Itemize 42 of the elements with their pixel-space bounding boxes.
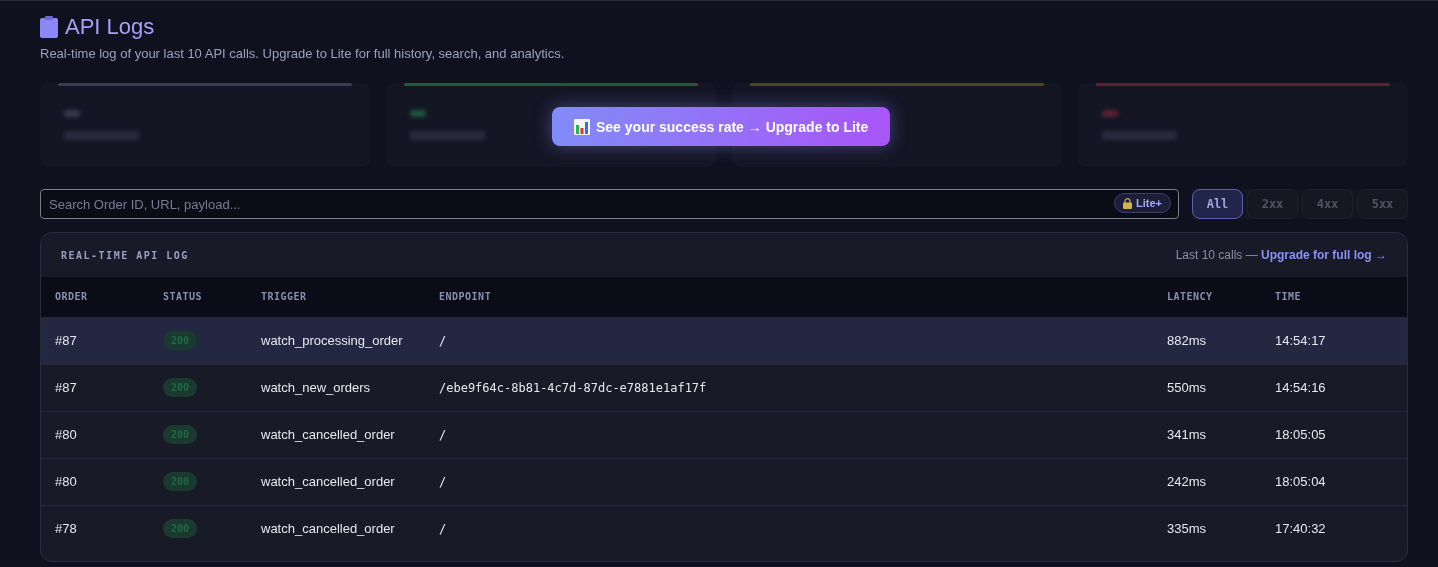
upgrade-button[interactable]: See your success rate → Upgrade to Lite (552, 107, 891, 146)
table-cell: 242ms (1167, 474, 1207, 489)
table-cell: 17:40:32 (1275, 521, 1326, 537)
table-cell: / (439, 521, 447, 536)
bar-chart-icon (574, 118, 590, 135)
filter-tab[interactable]: All (1192, 189, 1243, 219)
table-cell: #80 (55, 427, 77, 442)
table-cell: #87 (55, 380, 77, 395)
column-header: LATENCY (1153, 277, 1261, 317)
table-cell: 341ms (1167, 427, 1207, 442)
table-cell: watch_processing_order (261, 333, 403, 348)
table-cell: #78 (55, 521, 77, 537)
table-cell: watch_cancelled_order (261, 474, 395, 489)
table-cell: / (439, 474, 447, 489)
page-subtitle: Real-time log of your last 10 API calls. Upgrade to Lite for full history, search, and analytics. (40, 46, 566, 61)
table-cell: 18:05:04 (1275, 474, 1326, 489)
lock-icon (1123, 197, 1132, 209)
upgrade-link[interactable]: Upgrade for full log → (1261, 248, 1387, 262)
table-cell: 14:54:16 (1275, 380, 1326, 395)
table-cell: 882ms (1167, 333, 1207, 348)
table-cell: watch_new_orders (261, 380, 371, 395)
column-header: TIME (1261, 277, 1407, 317)
table-cell: watch_cancelled_order (261, 427, 395, 442)
table-cell: watch_cancelled_order (261, 521, 395, 537)
table-cell: /ebe9f64c-8b81-4c7d-87dc-e7881e1af17f (439, 380, 707, 395)
page-title: API Logs (65, 14, 155, 40)
lite-badge: Lite+ (1114, 193, 1171, 213)
calls-note: Last 10 calls — (1175, 248, 1259, 262)
table-cell: #80 (55, 474, 77, 489)
table-cell: 550ms (1167, 380, 1207, 395)
column-header: TRIGGER (247, 277, 425, 317)
table-cell: #87 (55, 333, 77, 348)
table-cell: / (439, 427, 447, 442)
column-header: ORDER (41, 277, 149, 317)
table-cell: / (439, 333, 447, 348)
column-header: STATUS (149, 277, 247, 317)
table-cell: 14:54:17 (1275, 333, 1326, 348)
table-cell: 18:05:05 (1275, 427, 1326, 442)
table-cell: 335ms (1167, 521, 1207, 537)
clipboard-icon (40, 16, 58, 38)
panel-title: REAL-TIME API LOG (61, 249, 189, 261)
column-header: ENDPOINT (425, 277, 1153, 317)
